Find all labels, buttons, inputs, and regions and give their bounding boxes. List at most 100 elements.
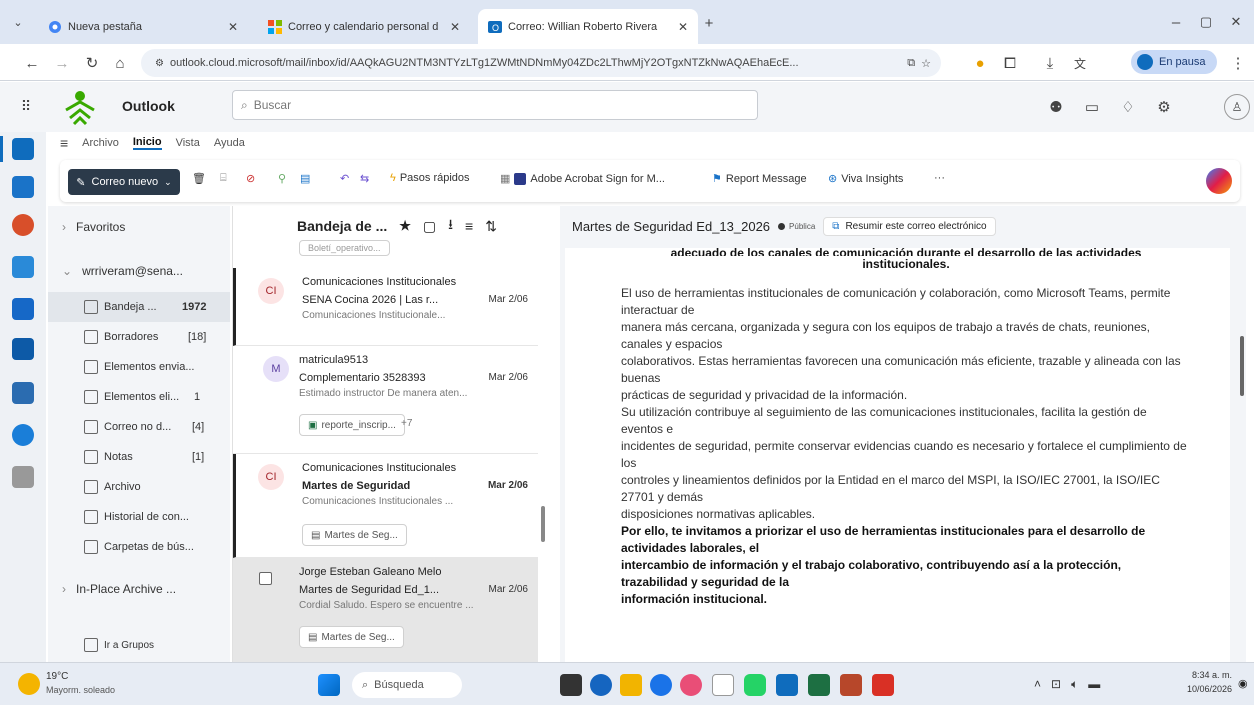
tab-close-icon[interactable]: ✕: [678, 20, 688, 34]
search-input[interactable]: ⌕ Buscar: [232, 90, 758, 120]
task-view-icon[interactable]: [560, 674, 582, 696]
site-info-icon[interactable]: ⚙: [155, 58, 164, 69]
maximize-icon[interactable]: ▢: [1196, 12, 1216, 32]
message-item[interactable]: M matricula9513 Complementario 3528393 M…: [233, 346, 538, 454]
app-launcher-icon[interactable]: ⠿: [16, 96, 36, 116]
translate-icon[interactable]: 文: [1070, 53, 1090, 73]
app-taskbar-icon[interactable]: [680, 674, 702, 696]
tab-close-icon[interactable]: ✕: [450, 20, 460, 34]
favorite-star-icon[interactable]: ★: [399, 218, 411, 234]
attachment-chip[interactable]: Boletí_operativo...: [299, 240, 390, 256]
in-place-archive-header[interactable]: › In-Place Archive ...: [48, 574, 230, 604]
onedrive-app-icon[interactable]: [12, 338, 34, 360]
viva-insights-button[interactable]: ⊛ Viva Insights: [828, 172, 903, 186]
profile-button[interactable]: En pausa: [1131, 50, 1217, 74]
tab-vista[interactable]: Vista: [176, 137, 200, 149]
reply-all-icon[interactable]: ⇆: [360, 172, 369, 185]
copilot-icon[interactable]: [1206, 168, 1232, 194]
download-icon[interactable]: ⤓: [1040, 53, 1060, 73]
reply-icon[interactable]: ↶: [340, 172, 349, 185]
jump-icon[interactable]: ⭳: [448, 214, 453, 238]
sort-icon[interactable]: ⇅: [485, 218, 497, 235]
copilot-app-icon[interactable]: [12, 214, 34, 236]
todo-app-icon[interactable]: [12, 298, 34, 320]
powerpoint-taskbar-icon[interactable]: [840, 674, 862, 696]
folder-drafts[interactable]: Borradores [18]: [48, 322, 230, 352]
archive-icon[interactable]: ⌸: [220, 172, 227, 185]
notification-bell-icon[interactable]: ♢: [1118, 97, 1138, 117]
sweep-icon[interactable]: ⚲: [278, 172, 286, 185]
attachment-chip[interactable]: ▤ Martes de Seg...: [302, 524, 407, 546]
message-item-selected[interactable]: Jorge Esteban Galeano Melo Martes de Seg…: [233, 558, 538, 662]
cloud-app-icon[interactable]: [12, 424, 34, 446]
folder-notes[interactable]: Notas [1]: [48, 442, 230, 472]
notifications-icon[interactable]: ◉: [1238, 677, 1248, 690]
folder-search-folders[interactable]: Carpetas de bús...: [48, 532, 230, 562]
summarize-button[interactable]: ⧉ Resumir este correo electrónico: [823, 216, 996, 236]
org-explorer-icon[interactable]: [12, 382, 34, 404]
chevron-up-icon[interactable]: ˄: [1034, 677, 1041, 692]
file-explorer-icon[interactable]: [620, 674, 642, 696]
new-mail-button[interactable]: ✎ Correo nuevo ⌄: [68, 169, 180, 195]
delete-icon[interactable]: 🗑︎: [192, 172, 206, 185]
tab-close-icon[interactable]: ✕: [228, 20, 238, 34]
folder-deleted[interactable]: Elementos eli... 1: [48, 382, 230, 412]
quick-steps-button[interactable]: ϟ Pasos rápidos: [390, 172, 470, 184]
adobe-sign-button[interactable]: ▦ Adobe Acrobat Sign for M...: [500, 172, 665, 185]
calendar-app-icon[interactable]: [12, 176, 34, 198]
mail-app-icon[interactable]: [12, 138, 34, 160]
back-arrow-icon[interactable]: ←: [22, 53, 42, 73]
filter-icon[interactable]: ≡: [465, 218, 473, 234]
select-checkbox[interactable]: [259, 572, 272, 585]
message-item[interactable]: CI Comunicaciones Institucionales Martes…: [233, 454, 538, 558]
list-scrollbar[interactable]: [541, 506, 545, 542]
excel-taskbar-icon[interactable]: [808, 674, 830, 696]
folder-conversation-history[interactable]: Historial de con...: [48, 502, 230, 532]
message-item[interactable]: CI Comunicaciones Institucionales SENA C…: [233, 268, 538, 346]
window-close-icon[interactable]: ✕: [1226, 12, 1246, 32]
browser-menu-icon[interactable]: ⋮: [1230, 53, 1246, 73]
attachment-chip[interactable]: ▣ reporte_inscrip...: [299, 414, 405, 436]
account-header[interactable]: ⌄ wrriveram@sena...: [48, 256, 230, 286]
select-checkbox-icon[interactable]: ▢: [423, 218, 436, 235]
teams-icon[interactable]: ⚉: [1046, 97, 1066, 117]
folder-junk[interactable]: Correo no d... [4]: [48, 412, 230, 442]
outlook-taskbar-icon[interactable]: [776, 674, 798, 696]
tab-inicio[interactable]: Inicio: [132, 136, 162, 150]
volume-icon[interactable]: 🔈︎: [1071, 677, 1078, 692]
reload-icon[interactable]: ↻: [82, 53, 102, 73]
blank-file-icon[interactable]: [712, 674, 734, 696]
more-apps-icon[interactable]: [12, 466, 34, 488]
favorites-header[interactable]: › Favoritos: [48, 212, 230, 242]
more-options-button[interactable]: ···: [934, 172, 945, 184]
go-to-groups-link[interactable]: Ir a Grupos: [48, 634, 230, 656]
home-icon[interactable]: ⌂: [110, 53, 130, 73]
minimize-icon[interactable]: –: [1166, 12, 1186, 32]
forward-arrow-icon[interactable]: →: [52, 53, 72, 73]
attachment-chip[interactable]: ▤ Martes de Seg...: [299, 626, 404, 648]
account-avatar-icon[interactable]: ♙: [1224, 94, 1250, 120]
tab-outlook-active[interactable]: O Correo: Willian Roberto Rivera ✕: [478, 9, 698, 44]
tab-archivo[interactable]: Archivo: [82, 137, 119, 149]
whatsapp-icon[interactable]: [744, 674, 766, 696]
folder-archive[interactable]: Archivo: [48, 472, 230, 502]
move-to-icon[interactable]: ▤: [300, 172, 310, 185]
settings-gear-icon[interactable]: ⚙: [1154, 97, 1174, 117]
tab-correo-calendario[interactable]: Correo y calendario personal d ✕: [258, 9, 470, 44]
list-title[interactable]: Bandeja de ...: [297, 218, 387, 234]
report-icon[interactable]: ⊘: [246, 172, 255, 185]
tab-list-chevron-icon[interactable]: ⌄: [8, 12, 28, 32]
hamburger-icon[interactable]: ≡: [60, 135, 68, 151]
report-message-button[interactable]: ⚑ Report Message: [712, 172, 807, 186]
tab-ayuda[interactable]: Ayuda: [214, 137, 245, 149]
people-app-icon[interactable]: [12, 256, 34, 278]
folder-inbox[interactable]: Bandeja ... 1972: [48, 292, 230, 322]
folder-sent[interactable]: Elementos envia...: [48, 352, 230, 382]
system-tray[interactable]: ˄ ⊡ 🔈︎ ▬: [1034, 677, 1100, 692]
chrome-taskbar-icon[interactable]: [650, 674, 672, 696]
extension-icon[interactable]: ●: [970, 53, 990, 73]
chevron-down-icon[interactable]: ⌄: [164, 177, 172, 188]
battery-icon[interactable]: ▬: [1088, 677, 1100, 692]
windows-start-icon[interactable]: [318, 674, 340, 696]
network-icon[interactable]: ⊡: [1051, 677, 1061, 692]
